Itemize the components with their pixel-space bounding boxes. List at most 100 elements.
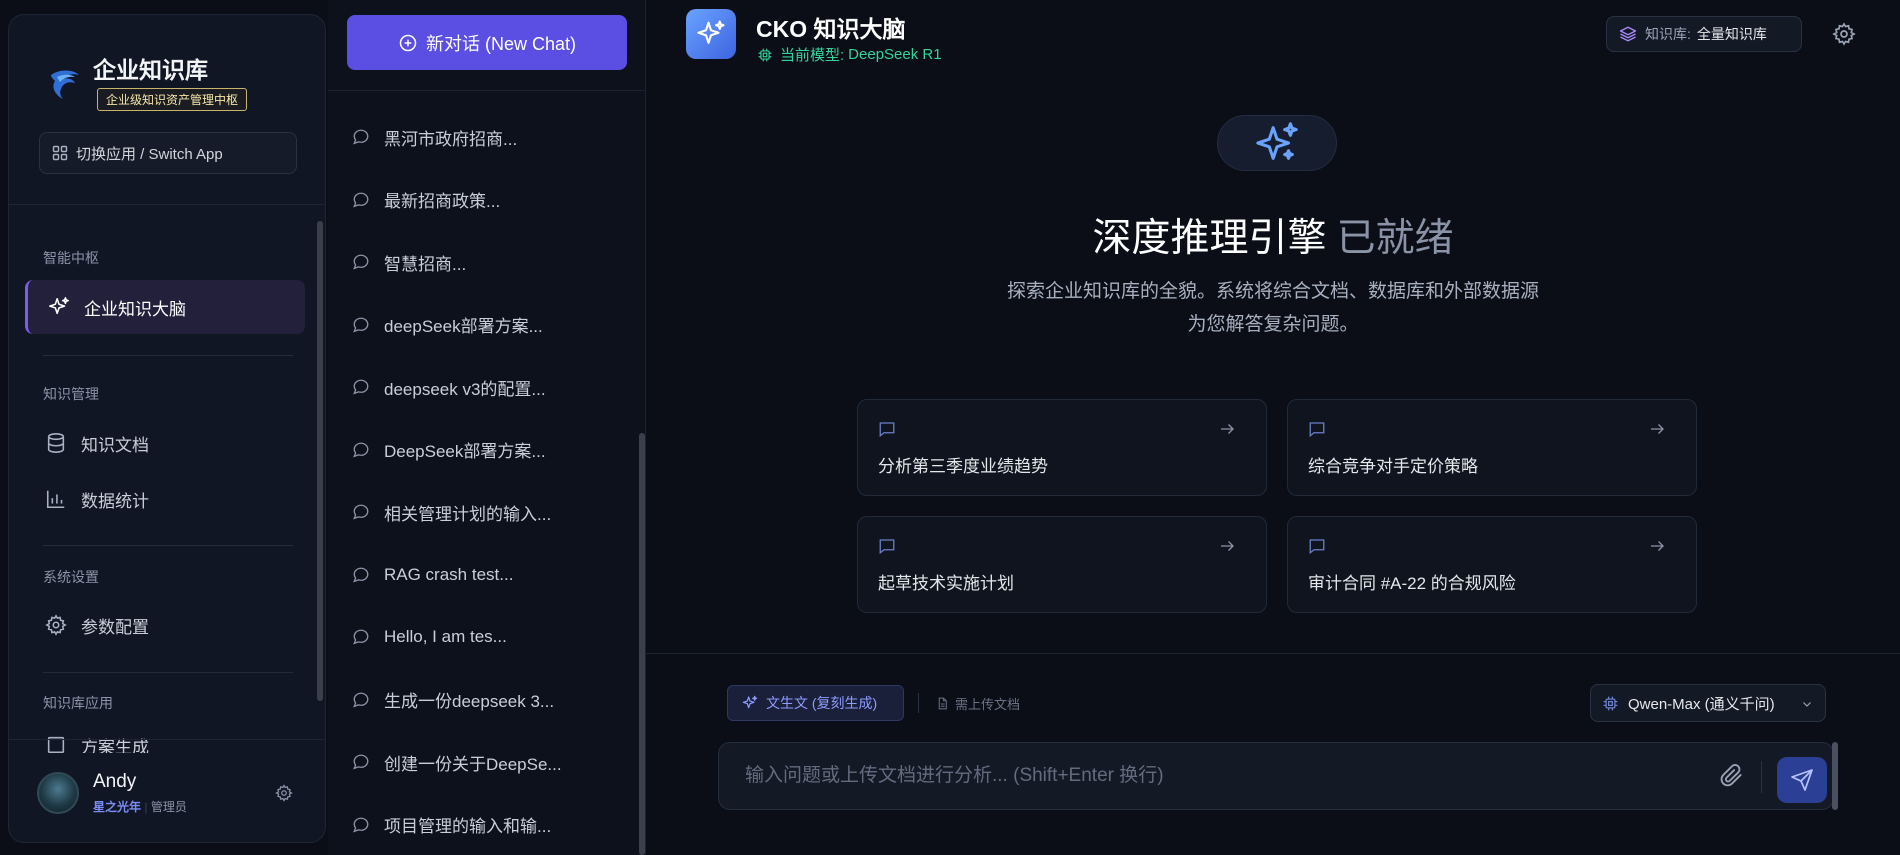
sidebar-item-knowledge-brain[interactable]: 企业知识大脑	[25, 280, 305, 334]
brand-header: 企业知识库 企业级知识资产管理中枢 切换应用 / Switch App	[9, 15, 325, 205]
sidebar-scrollbar[interactable]	[317, 221, 323, 701]
chat-bubble-icon	[353, 192, 369, 208]
history-divider	[328, 90, 646, 91]
mode-label: 文生文 (复刻生成)	[766, 695, 878, 711]
history-item-label: 黑河市政府招商...	[384, 129, 518, 149]
section-intel: 智能中枢	[43, 250, 99, 266]
page-title: CKO 知识大脑	[756, 16, 906, 42]
history-item-label: 项目管理的输入和输...	[384, 817, 552, 837]
chat-composer	[718, 742, 1834, 810]
chat-bubble-icon	[353, 317, 369, 333]
sidebar-item-label: 知识文档	[81, 435, 149, 455]
message-icon	[879, 422, 895, 438]
grid-icon	[52, 145, 68, 161]
composer-divider	[646, 653, 1900, 654]
user-name: Andy	[93, 771, 137, 792]
history-item[interactable]: RAG crash test...	[328, 544, 646, 607]
history-item[interactable]: DeepSeek部署方案...	[328, 419, 646, 482]
chat-bubble-icon	[353, 817, 369, 833]
chat-bubble-icon	[353, 629, 369, 645]
cpu-icon	[758, 48, 772, 61]
hero-desc-line: 为您解答复杂问题。	[1187, 314, 1359, 335]
suggestion-text: 审计合同 #A-22 的合规风险	[1308, 574, 1516, 593]
history-list: 黑河市政府招商... 最新招商政策... 智慧招商... deepSeek部署方案..…	[328, 106, 646, 855]
send-button[interactable]	[1777, 757, 1827, 803]
hero-sparkles-badge	[1217, 115, 1337, 171]
history-item[interactable]: 生成一份deepseek 3...	[328, 669, 646, 732]
arrow-right-icon	[1651, 541, 1664, 551]
plus-circle-icon	[399, 34, 417, 51]
mode-toggle-button[interactable]: 文生文 (复刻生成)	[727, 685, 904, 721]
chat-input-field[interactable]	[745, 743, 1705, 809]
sidebar-item-label: 数据统计	[81, 491, 149, 511]
database-icon	[47, 433, 65, 453]
avatar[interactable]	[37, 772, 79, 814]
arrow-right-icon	[1651, 424, 1664, 434]
model-name: DeepSeek R1	[848, 46, 942, 63]
history-scrollbar[interactable]	[639, 433, 645, 855]
history-item[interactable]: 项目管理的输入和输...	[328, 794, 646, 855]
history-item[interactable]: deepseek v3的配置...	[328, 356, 646, 419]
sidebar: 企业知识库 企业级知识资产管理中枢 切换应用 / Switch App 智能中枢…	[8, 14, 326, 843]
composer-scrollbar[interactable]	[1832, 742, 1838, 810]
message-icon	[1309, 539, 1325, 555]
history-item-label: deepSeek部署方案...	[384, 317, 543, 337]
hero-title-main: 深度推理引擎	[1092, 217, 1327, 260]
upload-hint: 需上传文档	[936, 694, 1020, 713]
model-select-value: Qwen-Max (通义千问)	[1628, 695, 1775, 713]
history-item[interactable]: 智慧招商...	[328, 231, 646, 294]
sidebar-item-label: 企业知识大脑	[84, 299, 186, 319]
composer-separator	[1761, 761, 1762, 793]
hero-description: 探索企业知识库的全貌。系统将综合文档、数据库和外部数据源 为您解答复杂问题。	[973, 275, 1573, 341]
history-item[interactable]: 创建一份关于DeepSe...	[328, 731, 646, 794]
history-item[interactable]: Hello, I am tes...	[328, 606, 646, 669]
chat-history-panel: 新对话 (New Chat) 黑河市政府招商... 最新招商政策... 智慧招商..…	[328, 0, 646, 855]
history-item[interactable]: 最新招商政策...	[328, 169, 646, 232]
app-logo	[686, 9, 736, 59]
suggestion-card[interactable]: 分析第三季度业绩趋势	[857, 399, 1267, 496]
history-item[interactable]: 相关管理计划的输入...	[328, 481, 646, 544]
user-org: 星之光年	[93, 800, 142, 814]
section-knowledge: 知识管理	[43, 386, 99, 402]
hero-desc-line: 探索企业知识库的全貌。系统将综合文档、数据库和外部数据源	[1006, 281, 1539, 302]
layers-icon	[1619, 26, 1637, 42]
history-item[interactable]: deepSeek部署方案...	[328, 294, 646, 357]
switch-app-button[interactable]: 切换应用 / Switch App	[39, 132, 297, 174]
nav-divider	[43, 355, 293, 356]
history-item[interactable]: 黑河市政府招商...	[328, 106, 646, 169]
paperclip-icon[interactable]	[1719, 763, 1745, 789]
suggestion-text: 分析第三季度业绩趋势	[878, 457, 1048, 476]
suggestion-card[interactable]: 审计合同 #A-22 的合规风险	[1287, 516, 1697, 613]
chevron-down-icon	[1803, 702, 1811, 707]
main-area: CKO 知识大脑 当前模型: DeepSeek R1 知识库: 全量知识库 深度…	[646, 0, 1900, 855]
history-item-label: deepseek v3的配置...	[384, 379, 546, 399]
user-meta: 星之光年 | 管理员	[93, 800, 187, 814]
settings-gear-icon[interactable]	[1832, 22, 1856, 46]
nav-divider	[43, 545, 293, 546]
nav-divider	[43, 672, 293, 673]
sparkles-icon	[697, 20, 725, 44]
suggestion-card[interactable]: 起草技术实施计划	[857, 516, 1267, 613]
composer-separator	[918, 693, 919, 713]
hero-title-status: 已就绪	[1336, 217, 1454, 260]
suggestion-card[interactable]: 综合竞争对手定价策略	[1287, 399, 1697, 496]
chat-bubble-icon	[353, 754, 369, 770]
model-select-dropdown[interactable]: Qwen-Max (通义千问)	[1590, 684, 1826, 722]
history-item-label: 生成一份deepseek 3...	[384, 692, 555, 712]
history-item-label: Hello, I am tes...	[384, 627, 507, 647]
user-settings-gear-icon[interactable]	[275, 784, 293, 802]
switch-app-label: 切换应用 / Switch App	[76, 145, 223, 163]
knowledge-base-selector[interactable]: 知识库: 全量知识库	[1606, 16, 1802, 52]
model-prefix: 当前模型:	[780, 47, 845, 64]
sidebar-item-config[interactable]: 参数配置	[25, 598, 305, 652]
history-item-label: RAG crash test...	[384, 564, 514, 584]
sidebar-item-stats[interactable]: 数据统计	[25, 472, 305, 526]
section-apps: 知识库应用	[43, 695, 113, 711]
sparkles-icon	[1256, 122, 1298, 160]
sidebar-item-docs[interactable]: 知识文档	[25, 416, 305, 470]
chat-bubble-icon	[353, 129, 369, 145]
bar-chart-icon	[46, 490, 65, 509]
section-system: 系统设置	[43, 569, 99, 585]
new-chat-button[interactable]: 新对话 (New Chat)	[347, 15, 627, 70]
sparkles-icon	[742, 695, 758, 709]
